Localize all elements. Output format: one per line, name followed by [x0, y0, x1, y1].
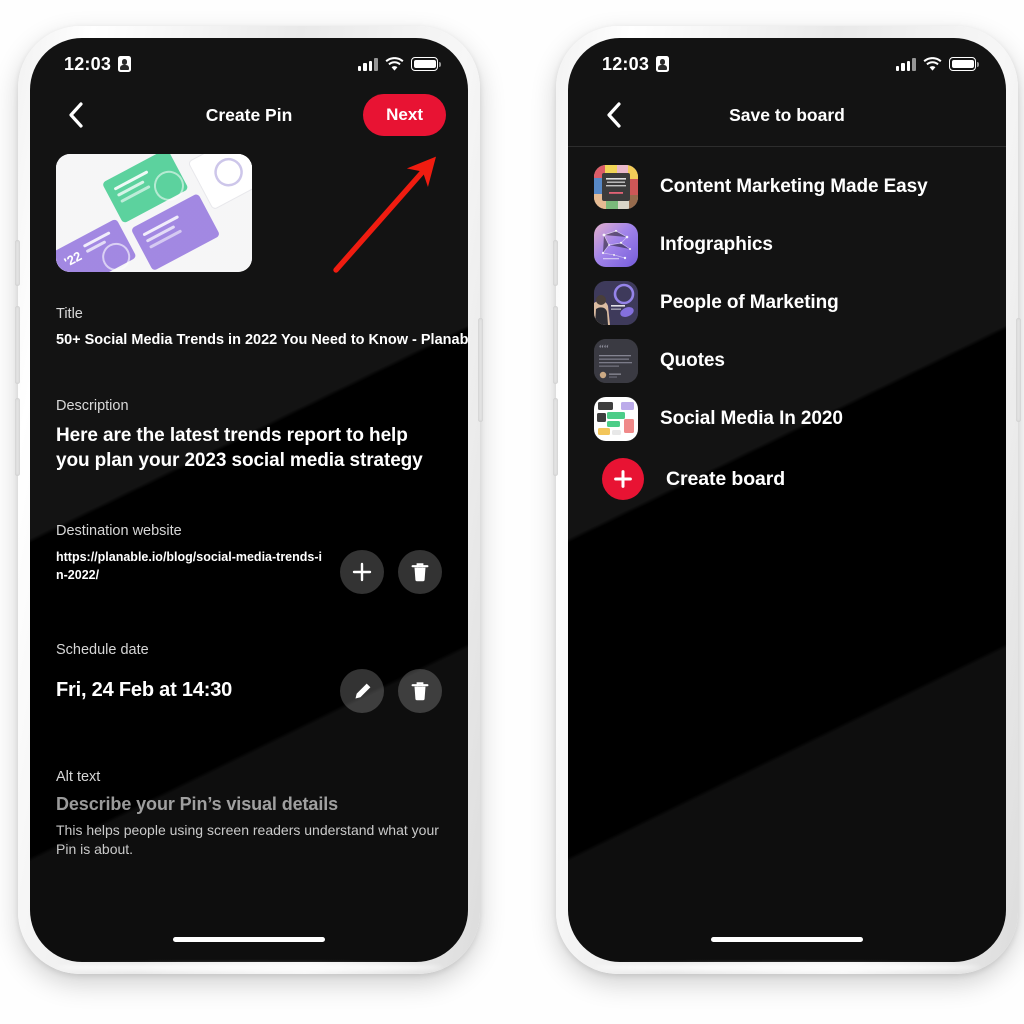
board-name: Social Media In 2020	[660, 408, 843, 429]
screen-create-pin: 12:03 Create Pin Next '22 Title 50+ Soci…	[30, 38, 468, 962]
trash-icon	[410, 561, 430, 583]
cellular-signal-icon	[895, 57, 916, 71]
navigation-bar-save-to-board: Save to board	[568, 84, 1006, 146]
schedule-actions	[340, 667, 442, 713]
board-list-item-infographics[interactable]: Infographics	[568, 216, 1006, 274]
cellular-signal-icon	[357, 57, 378, 71]
schedule-text-wrap: Fri, 24 Feb at 14:30	[56, 677, 328, 703]
device-volume-down-button[interactable]	[553, 398, 558, 476]
page-title: Save to board	[729, 104, 845, 125]
delete-destination-button[interactable]	[398, 550, 442, 594]
board-thumb-quotes: ““	[594, 339, 638, 383]
battery-full-icon	[949, 57, 979, 71]
device-power-button[interactable]	[1016, 318, 1021, 422]
status-bar: 12:03	[30, 38, 468, 84]
board-list-item-content-marketing-made-easy[interactable]: Content Marketing Made Easy	[568, 158, 1006, 216]
field-alt-text[interactable]: Alt text Describe your Pin’s visual deta…	[30, 769, 468, 860]
schedule-row: Fri, 24 Feb at 14:30	[56, 667, 442, 713]
device-mute-switch[interactable]	[15, 240, 20, 286]
status-bar-clock: 12:03	[602, 53, 650, 74]
status-bar-clock: 12:03	[64, 53, 112, 74]
back-button[interactable]	[58, 98, 92, 132]
status-bar-right	[357, 57, 441, 71]
battery-full-icon	[411, 57, 441, 71]
board-name: Content Marketing Made Easy	[660, 176, 928, 197]
svg-text:““: ““	[599, 343, 609, 355]
id-card-icon	[656, 56, 670, 72]
trash-icon	[410, 680, 430, 702]
wifi-icon	[385, 57, 404, 71]
status-bar-left: 12:03	[602, 53, 670, 75]
create-board-label: Create board	[666, 467, 786, 490]
navigation-bar-create-pin: Create Pin Next	[30, 84, 468, 146]
plus-circle-icon	[602, 458, 644, 500]
board-list: Content Marketing Made Easy Infographics…	[568, 147, 1006, 510]
field-schedule-date: Schedule date Fri, 24 Feb at 14:30	[30, 642, 468, 713]
device-power-button[interactable]	[478, 318, 483, 422]
board-list-item-quotes[interactable]: ““ Quotes	[568, 332, 1006, 390]
field-destination-website: Destination website https://planable.io/…	[30, 523, 468, 594]
add-destination-button[interactable]	[340, 550, 384, 594]
field-destination-label: Destination website	[56, 523, 182, 539]
phone-device-create-pin: 12:03 Create Pin Next '22 Title 50+ Soci…	[15, 26, 483, 974]
create-pin-form: '22 Title 50+ Social Media Trends in 202…	[30, 154, 468, 860]
phone-device-save-to-board: 12:03 Save to board Content Marketing Ma…	[553, 26, 1021, 974]
board-thumb-social-media-2020	[594, 397, 638, 441]
create-board-button[interactable]: Create board	[568, 448, 1006, 510]
device-volume-up-button[interactable]	[553, 306, 558, 384]
home-indicator[interactable]	[173, 936, 325, 942]
edit-schedule-button[interactable]	[340, 669, 384, 713]
field-description-label: Description	[56, 397, 129, 414]
board-name: People of Marketing	[660, 292, 839, 313]
board-list-item-people-of-marketing[interactable]: People of Marketing	[568, 274, 1006, 332]
field-description[interactable]: Description Here are the latest trends r…	[30, 398, 468, 473]
id-card-icon	[118, 56, 132, 72]
field-title-label: Title	[56, 306, 83, 322]
destination-text-wrap: https://planable.io/blog/social-media-tr…	[56, 548, 328, 584]
field-alt-text-placeholder: Describe your Pin’s visual details	[56, 794, 339, 814]
status-bar-right	[895, 57, 979, 71]
board-thumb-people-of-marketing	[594, 281, 638, 325]
delete-schedule-button[interactable]	[398, 669, 442, 713]
pencil-icon	[352, 681, 373, 702]
device-volume-down-button[interactable]	[15, 398, 20, 476]
field-destination-value[interactable]: https://planable.io/blog/social-media-tr…	[56, 548, 328, 584]
field-title-value: 50+ Social Media Trends in 2022 You Need…	[56, 332, 468, 348]
status-bar: 12:03	[568, 38, 1006, 84]
board-list-item-social-media-in-2020[interactable]: Social Media In 2020	[568, 390, 1006, 448]
back-button[interactable]	[596, 98, 630, 132]
board-name: Infographics	[660, 234, 773, 255]
pin-image-thumbnail[interactable]: '22	[56, 154, 252, 272]
board-name: Quotes	[660, 350, 725, 371]
board-thumb-infographics	[594, 223, 638, 267]
destination-row: https://planable.io/blog/social-media-tr…	[56, 548, 442, 594]
field-title[interactable]: Title 50+ Social Media Trends in 2022 Yo…	[30, 306, 468, 350]
wifi-icon	[923, 57, 942, 71]
board-thumb-content-marketing	[594, 165, 638, 209]
device-mute-switch[interactable]	[553, 240, 558, 286]
plus-icon	[351, 561, 373, 583]
screen-save-to-board: 12:03 Save to board Content Marketing Ma…	[568, 38, 1006, 962]
home-indicator[interactable]	[711, 936, 863, 942]
status-bar-left: 12:03	[64, 53, 132, 75]
field-schedule-label: Schedule date	[56, 642, 149, 658]
field-alt-text-label: Alt text	[56, 769, 101, 785]
screenshot-stage: 12:03 Create Pin Next '22 Title 50+ Soci…	[0, 0, 1024, 1024]
next-button[interactable]: Next	[363, 94, 446, 136]
field-description-value: Here are the latest trends report to hel…	[56, 424, 423, 471]
destination-actions	[340, 548, 442, 594]
device-volume-up-button[interactable]	[15, 306, 20, 384]
field-schedule-value: Fri, 24 Feb at 14:30	[56, 679, 233, 701]
field-alt-text-help: This helps people using screen readers u…	[56, 822, 439, 858]
